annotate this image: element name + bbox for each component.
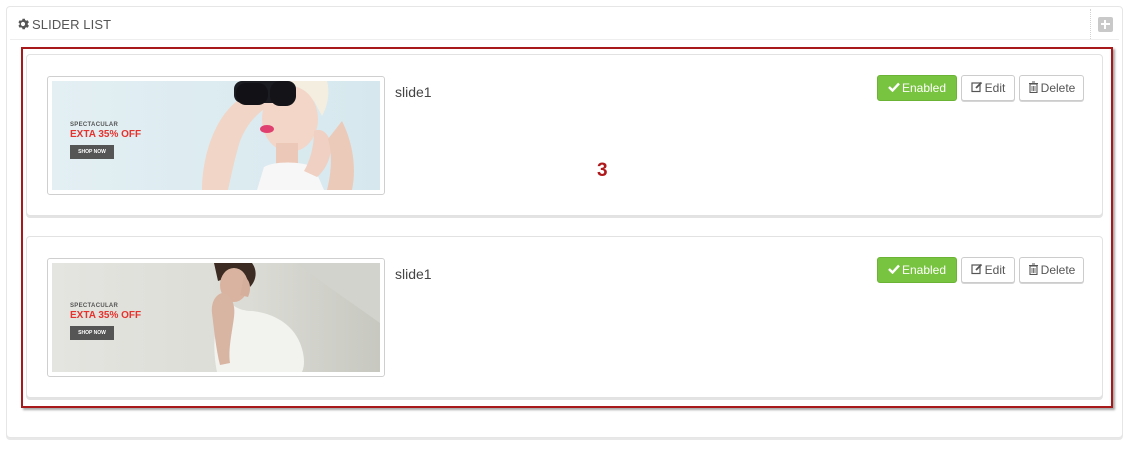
plus-square-icon (1097, 16, 1113, 32)
panel-title-label: SLIDER LIST (32, 16, 112, 32)
annotation-number: 3 (597, 160, 608, 181)
panel-title: SLIDER LIST (17, 17, 111, 32)
add-slide-button[interactable] (1090, 9, 1119, 39)
panel-heading: SLIDER LIST (10, 9, 1119, 40)
annotation-highlight-box (21, 47, 1113, 408)
gear-icon (18, 18, 29, 30)
